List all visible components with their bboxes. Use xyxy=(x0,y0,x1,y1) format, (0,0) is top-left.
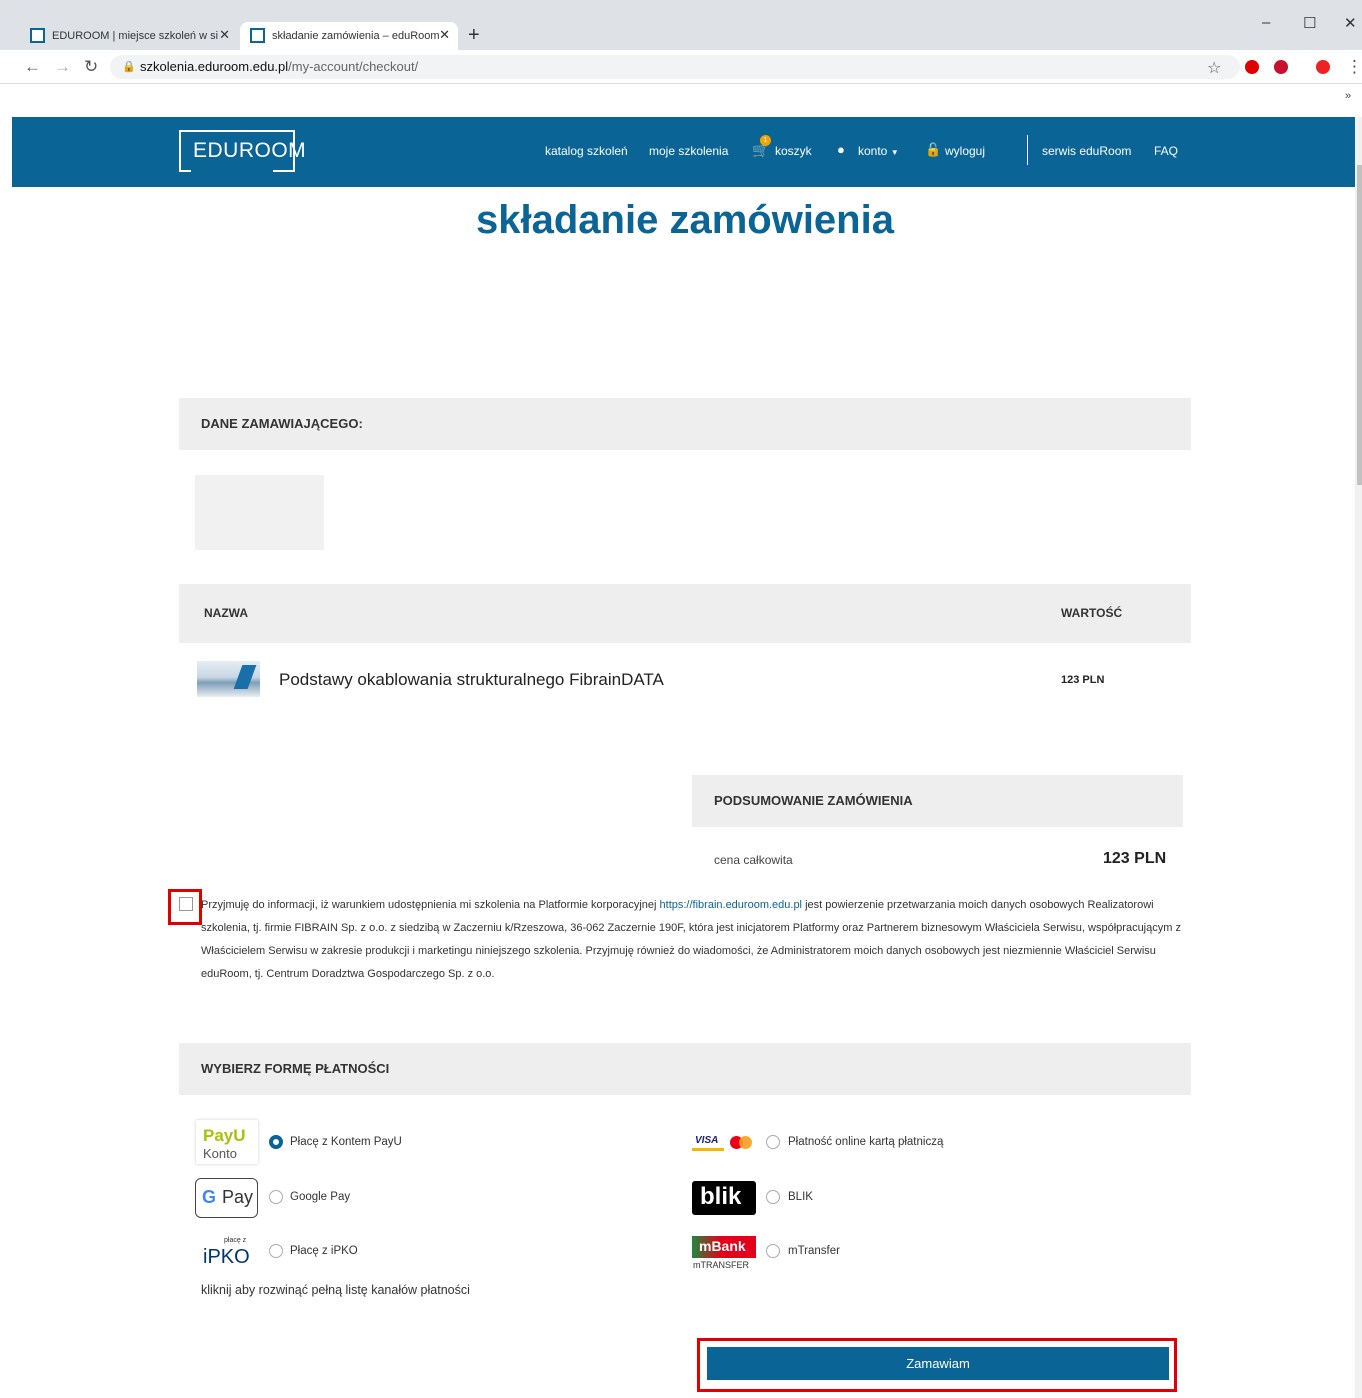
adblock-extension-icon[interactable] xyxy=(1274,60,1288,74)
google-pay-label[interactable]: Google Pay xyxy=(290,1191,350,1203)
tab-close-icon[interactable]: ✕ xyxy=(439,27,450,43)
bookmarks-bar: » xyxy=(0,84,1362,117)
nav-service-link[interactable]: serwis eduRoom xyxy=(1042,144,1131,158)
nav-account-dropdown[interactable]: konto ▼ xyxy=(858,144,899,158)
blik-logo[interactable]: blik xyxy=(692,1181,756,1215)
card-payment-radio[interactable] xyxy=(766,1135,780,1149)
nav-my-trainings-link[interactable]: moje szkolenia xyxy=(649,144,728,158)
payu-logo-text: PayU xyxy=(203,1126,246,1145)
mtransfer-text: mTRANSFER xyxy=(693,1260,749,1270)
mastercard-logo-icon-right xyxy=(739,1136,752,1149)
new-tab-button[interactable]: + xyxy=(468,24,480,47)
close-window-button[interactable]: ✕ xyxy=(1344,14,1357,32)
forward-arrow-icon[interactable]: → xyxy=(54,57,71,77)
blik-label[interactable]: BLIK xyxy=(788,1191,813,1203)
google-pay-text: Pay xyxy=(222,1187,254,1207)
tab-close-icon[interactable]: ✕ xyxy=(219,27,230,43)
orderer-section-header: DANE ZAMAWIAJĄCEGO: xyxy=(179,398,1191,450)
more-bookmarks-icon[interactable]: » xyxy=(1345,90,1351,102)
profile-avatar-icon[interactable] xyxy=(1316,60,1330,74)
visa-logo: VISA xyxy=(692,1133,724,1151)
eduroom-favicon-icon xyxy=(250,28,265,43)
ipko-logo[interactable]: płacę z iPKO xyxy=(196,1234,258,1272)
lock-icon: 🔒 xyxy=(122,61,136,73)
ipko-radio[interactable] xyxy=(269,1244,283,1258)
url-path: /my-account/checkout/ xyxy=(288,59,419,74)
back-arrow-icon[interactable]: ← xyxy=(24,57,41,77)
order-summary-header: PODSUMOWANIE ZAMÓWIENIA xyxy=(692,775,1183,827)
consent-checkbox[interactable] xyxy=(179,897,193,911)
browser-tab-checkout[interactable]: składanie zamówienia – eduRoom ✕ xyxy=(240,22,458,50)
product-name[interactable]: Podstawy okablowania strukturalnego Fibr… xyxy=(279,670,664,690)
eduroom-logo[interactable]: EDUROOM xyxy=(179,130,306,174)
google-pay-radio[interactable] xyxy=(269,1190,283,1204)
mtransfer-logo[interactable]: mBank mTRANSFER xyxy=(692,1236,756,1272)
account-user-icon: ● xyxy=(837,142,845,157)
col-name-header: NAZWA xyxy=(204,606,248,620)
blik-radio[interactable] xyxy=(766,1190,780,1204)
consent-text: Przyjmuję do informacji, iż warunkiem ud… xyxy=(201,894,1191,986)
items-table-header: NAZWA WARTOŚĆ xyxy=(179,584,1191,643)
payu-logo[interactable]: PayU Konto xyxy=(196,1120,258,1164)
visa-text: VISA xyxy=(695,1135,719,1146)
payment-section-header: WYBIERZ FORMĘ PŁATNOŚCI xyxy=(179,1043,1191,1095)
nav-account-label: konto xyxy=(858,144,888,158)
address-bar[interactable]: 🔒 szkolenia.eduroom.edu.pl/my-account/ch… xyxy=(110,55,1240,79)
blik-text: blik xyxy=(700,1183,742,1210)
expand-payment-list-link[interactable]: kliknij aby rozwinąć pełną listę kanałów… xyxy=(201,1283,470,1297)
reload-icon[interactable]: ↻ xyxy=(84,57,98,77)
minimize-button[interactable]: – xyxy=(1262,14,1270,31)
mtransfer-label[interactable]: mTransfer xyxy=(788,1245,840,1257)
unlock-icon: 🔓 xyxy=(925,142,942,157)
consent-text-after: jest powierzenie przetwarzania moich dan… xyxy=(201,899,1181,980)
ipko-small-text: płacę z xyxy=(224,1237,247,1244)
tab-title: składanie zamówienia – eduRoom xyxy=(272,30,440,42)
google-g-icon: G xyxy=(202,1187,217,1207)
summary-heading: PODSUMOWANIE ZAMÓWIENIA xyxy=(714,793,913,808)
ipko-text: iPKO xyxy=(203,1246,250,1268)
total-label: cena całkowita xyxy=(714,853,793,867)
browser-menu-icon[interactable]: ⋮ xyxy=(1346,57,1362,77)
nav-catalog-link[interactable]: katalog szkoleń xyxy=(545,144,628,158)
caret-down-icon: ▼ xyxy=(890,148,899,157)
browser-tab-eduroom[interactable]: EDUROOM | miejsce szkoleń w si ✕ xyxy=(20,22,238,50)
opera-extension-icon[interactable] xyxy=(1245,60,1259,74)
orderer-image-placeholder xyxy=(195,475,324,550)
consent-platform-link[interactable]: https://fibrain.eduroom.edu.pl xyxy=(660,899,802,911)
payu-konto-text: Konto xyxy=(203,1146,237,1161)
consent-text-before: Przyjmuję do informacji, iż warunkiem ud… xyxy=(201,899,660,911)
tab-title: EDUROOM | miejsce szkoleń w si xyxy=(52,30,219,42)
site-header: EDUROOM katalog szkoleń moje szkolenia 🛒… xyxy=(12,117,1362,187)
google-pay-logo[interactable]: G Pay xyxy=(195,1178,258,1218)
nav-logout-link[interactable]: wyloguj xyxy=(945,144,985,158)
bookmark-star-icon[interactable]: ☆ xyxy=(1207,58,1221,78)
page-title: składanie zamówienia xyxy=(476,198,894,242)
product-price: 123 PLN xyxy=(1061,674,1105,686)
url-domain: szkolenia.eduroom.edu.pl xyxy=(140,59,289,74)
card-payment-label[interactable]: Płatność online kartą płatniczą xyxy=(788,1136,943,1148)
orderer-heading: DANE ZAMAWIAJĄCEGO: xyxy=(201,416,363,431)
total-value: 123 PLN xyxy=(1103,850,1167,867)
payu-label[interactable]: Płacę z Kontem PayU xyxy=(290,1136,402,1148)
payment-heading: WYBIERZ FORMĘ PŁATNOŚCI xyxy=(201,1061,390,1076)
browser-toolbar: ← → ↻ 🔒 szkolenia.eduroom.edu.pl/my-acco… xyxy=(0,50,1362,84)
payu-radio[interactable] xyxy=(269,1135,283,1149)
maximize-button[interactable]: ☐ xyxy=(1303,14,1316,32)
nav-divider xyxy=(1027,135,1028,165)
nav-faq-link[interactable]: FAQ xyxy=(1154,144,1178,158)
mbank-text: mBank xyxy=(699,1238,746,1254)
cart-count-badge: 1 xyxy=(760,135,771,146)
nav-cart-link[interactable]: koszyk xyxy=(775,144,812,158)
browser-tab-strip: EDUROOM | miejsce szkoleń w si ✕ składan… xyxy=(0,0,1362,50)
eduroom-favicon-icon xyxy=(30,28,45,43)
mtransfer-radio[interactable] xyxy=(766,1244,780,1258)
ipko-label[interactable]: Płacę z iPKO xyxy=(290,1245,358,1257)
product-thumbnail[interactable] xyxy=(197,661,260,697)
place-order-button[interactable]: Zamawiam xyxy=(707,1347,1169,1380)
col-value-header: WARTOŚĆ xyxy=(1061,606,1123,620)
